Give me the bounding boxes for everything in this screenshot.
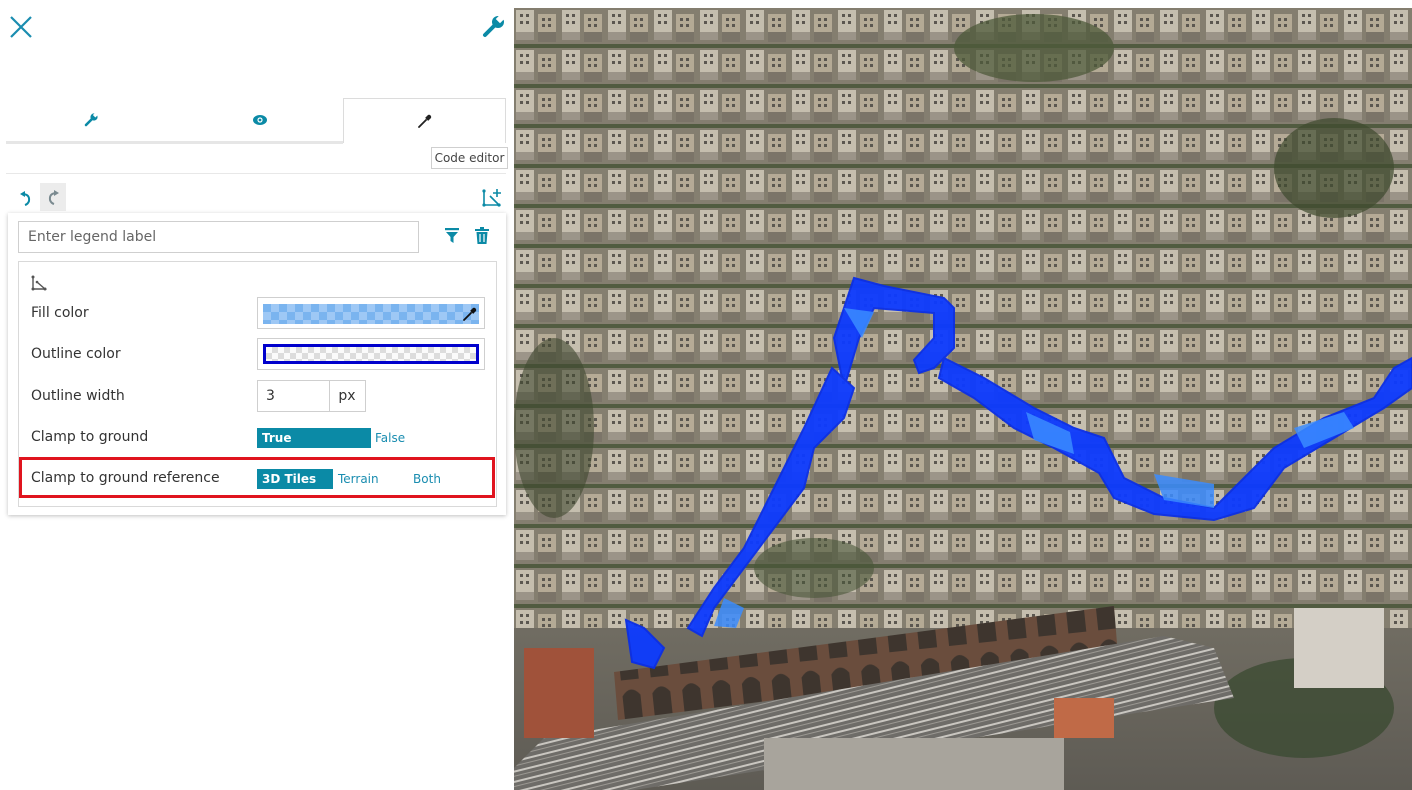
style-properties: Fill color Outline color Outline width p… — [18, 261, 497, 507]
outline-color-label: Outline color — [31, 346, 121, 362]
legend-label-input[interactable] — [18, 221, 419, 253]
undo-icon[interactable] — [15, 186, 37, 210]
add-geometry-style-icon[interactable] — [481, 187, 503, 209]
3d-map-viewport[interactable] — [514, 8, 1412, 790]
outline-color-picker[interactable] — [257, 338, 485, 370]
clamp-ref-terrain-option[interactable]: Terrain — [338, 469, 388, 489]
eyedropper-icon[interactable] — [462, 306, 478, 322]
tab-visibility[interactable] — [176, 98, 344, 142]
polygon-geometry-icon — [30, 274, 48, 292]
eyedropper-icon — [417, 114, 431, 128]
tab-style-editor[interactable] — [343, 98, 506, 143]
outline-width-input[interactable] — [257, 380, 330, 412]
outline-width-label: Outline width — [31, 388, 125, 404]
clamp-true-option[interactable]: True — [257, 428, 371, 448]
eye-icon — [253, 115, 267, 125]
clamp-ref-both-option[interactable]: Both — [399, 469, 455, 489]
wrench-icon[interactable] — [480, 14, 506, 40]
panel-tabs — [6, 98, 506, 144]
style-card: Fill color Outline color Outline width p… — [8, 213, 506, 515]
wrench-icon — [84, 112, 98, 127]
trash-icon[interactable] — [474, 227, 490, 245]
redo-icon[interactable] — [40, 183, 66, 211]
tab-style-settings[interactable] — [6, 98, 176, 142]
filter-icon[interactable] — [445, 228, 459, 244]
divider — [6, 173, 506, 174]
clamp-to-ground-reference-label: Clamp to ground reference — [31, 470, 220, 486]
outline-width-unit: px — [329, 380, 366, 412]
fill-color-picker[interactable] — [257, 297, 485, 329]
fill-color-label: Fill color — [31, 305, 89, 321]
tab-underline — [6, 141, 343, 144]
fill-color-swatch — [263, 304, 479, 324]
outline-color-swatch — [263, 344, 479, 364]
clamp-to-ground-label: Clamp to ground — [31, 429, 149, 445]
code-editor-button[interactable]: Code editor — [431, 147, 508, 169]
clamp-false-option[interactable]: False — [375, 428, 425, 448]
close-icon[interactable] — [8, 14, 34, 40]
clamp-ref-3dtiles-option[interactable]: 3D Tiles — [257, 469, 333, 489]
style-panel: Code editor Fill color — [0, 0, 512, 790]
